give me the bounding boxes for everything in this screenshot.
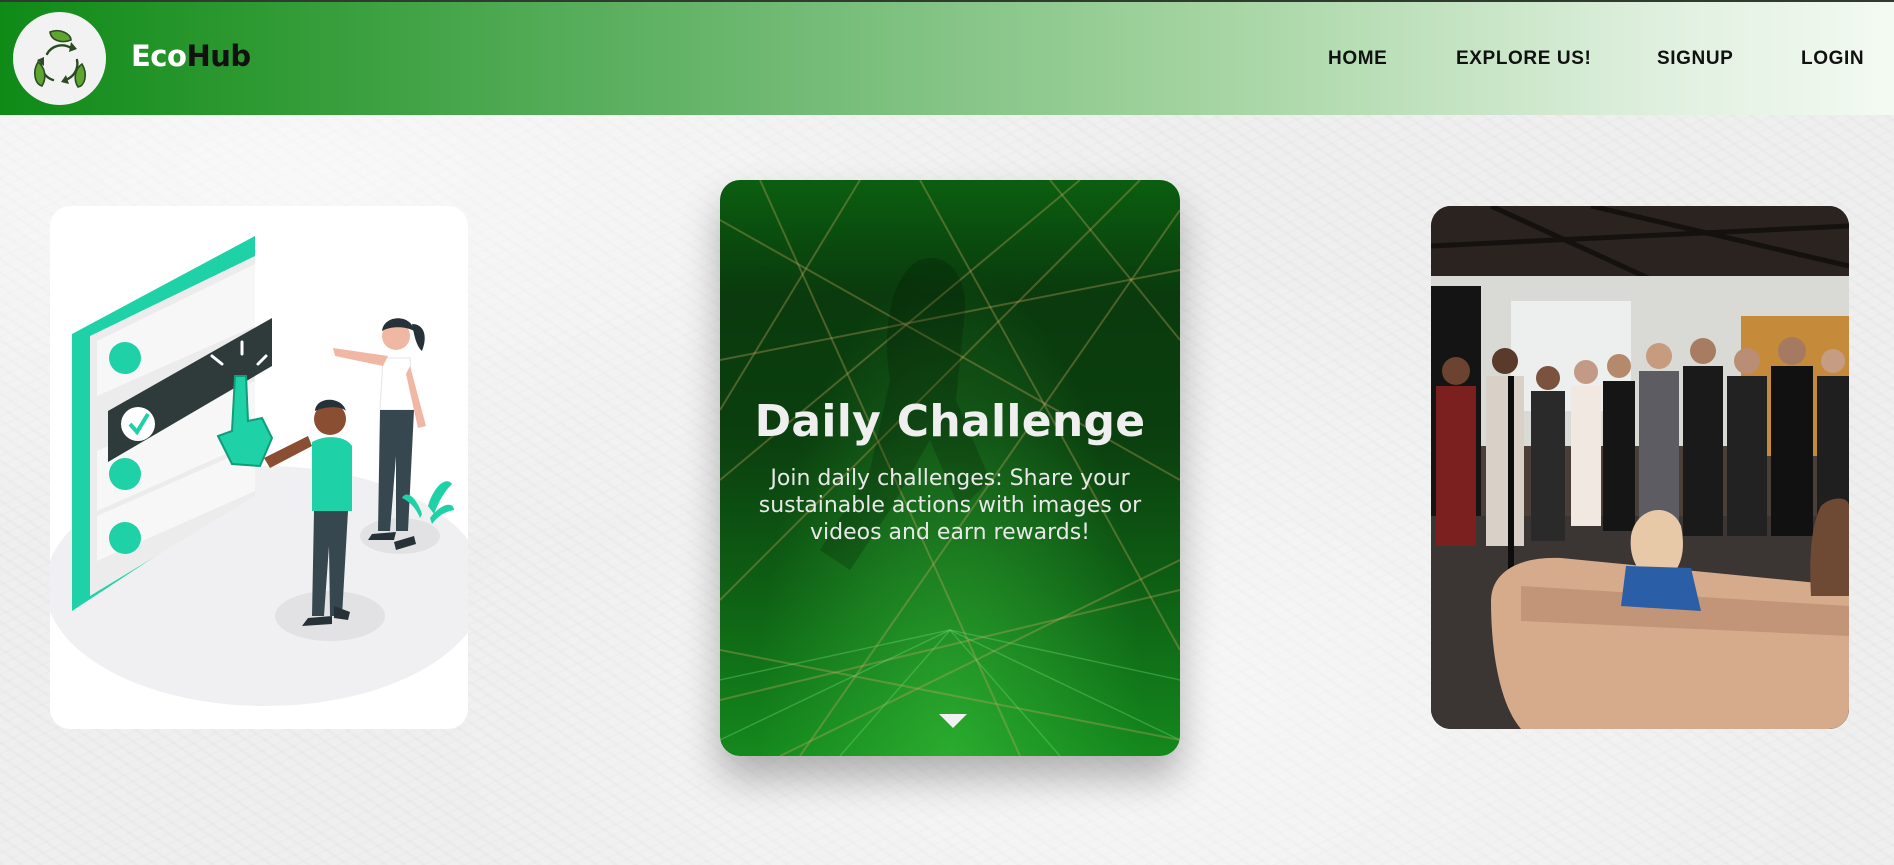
site-logo[interactable] bbox=[13, 12, 106, 105]
group-photo bbox=[1431, 206, 1849, 729]
daily-challenge-title: Daily Challenge bbox=[754, 396, 1146, 447]
nav-signup[interactable]: SIGNUP bbox=[1657, 48, 1733, 70]
carousel-card-left[interactable] bbox=[50, 206, 468, 729]
nav-home[interactable]: HOME bbox=[1328, 48, 1387, 70]
brand-eco: Eco bbox=[131, 39, 187, 73]
people-checklist-illustration bbox=[50, 236, 468, 706]
nav-explore-us[interactable]: EXPLORE US! bbox=[1456, 48, 1591, 70]
nav-login[interactable]: LOGIN bbox=[1801, 48, 1864, 70]
daily-challenge-card[interactable]: Daily Challenge Join daily challenges: S… bbox=[720, 180, 1180, 756]
top-navbar: EcoHub HOME EXPLORE US! SIGNUP LOGIN bbox=[0, 0, 1894, 115]
brand-name[interactable]: EcoHub bbox=[131, 39, 251, 73]
carousel-card-right[interactable] bbox=[1431, 206, 1849, 729]
daily-challenge-description: Join daily challenges: Share your sustai… bbox=[758, 466, 1142, 545]
daily-challenge-content: Daily Challenge Join daily challenges: S… bbox=[720, 396, 1180, 546]
triangle-down-icon[interactable] bbox=[939, 714, 967, 728]
brand-hub: Hub bbox=[186, 39, 251, 73]
recycle-leaves-icon bbox=[33, 29, 86, 88]
